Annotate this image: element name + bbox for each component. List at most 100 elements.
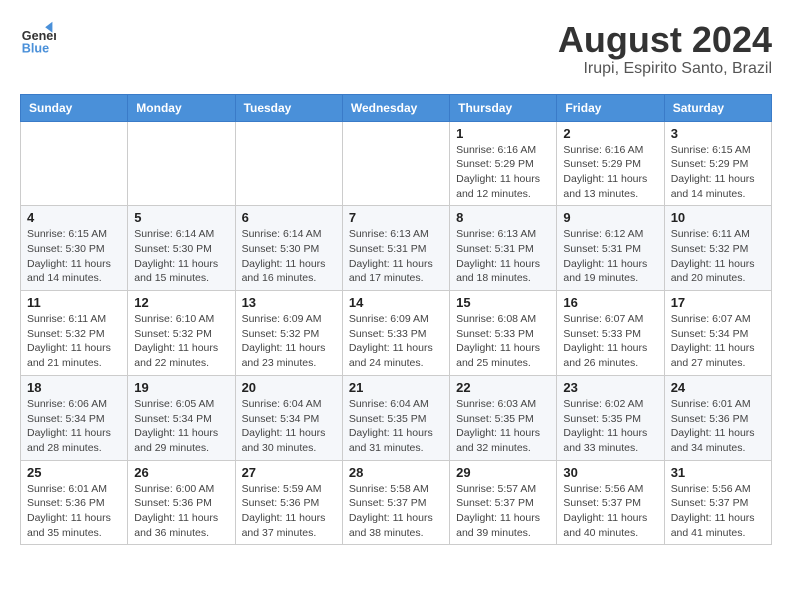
day-info: Sunrise: 6:12 AM Sunset: 5:31 PM Dayligh… xyxy=(563,227,657,286)
calendar-week-row: 25 Sunrise: 6:01 AM Sunset: 5:36 PM Dayli… xyxy=(21,460,772,545)
day-info: Sunrise: 6:13 AM Sunset: 5:31 PM Dayligh… xyxy=(456,227,550,286)
day-number: 11 xyxy=(27,295,121,310)
day-info: Sunrise: 6:02 AM Sunset: 5:35 PM Dayligh… xyxy=(563,397,657,456)
weekday-header-row: SundayMondayTuesdayWednesdayThursdayFrid… xyxy=(21,94,772,121)
day-number: 23 xyxy=(563,380,657,395)
day-info: Sunrise: 6:04 AM Sunset: 5:34 PM Dayligh… xyxy=(242,397,336,456)
day-info: Sunrise: 6:07 AM Sunset: 5:34 PM Dayligh… xyxy=(671,312,765,371)
day-number: 24 xyxy=(671,380,765,395)
calendar-day-cell: 4Sunrise: 6:15 AM Sunset: 5:30 PM Daylig… xyxy=(21,206,128,291)
day-info: Sunrise: 6:16 AM Sunset: 5:29 PM Dayligh… xyxy=(563,143,657,202)
day-info: Sunrise: 6:06 AM Sunset: 5:34 PM Dayligh… xyxy=(27,397,121,456)
day-number: 17 xyxy=(671,295,765,310)
calendar-day-cell: 31 Sunrise: 5:56 AM Sunset: 5:37 PM Dayli… xyxy=(664,460,771,545)
day-info: Sunrise: 6:00 AM Sunset: 5:36 PM Dayligh… xyxy=(134,482,228,541)
weekday-header-cell: Friday xyxy=(557,94,664,121)
calendar-day-cell: 25 Sunrise: 6:01 AM Sunset: 5:36 PM Dayli… xyxy=(21,460,128,545)
calendar-day-cell xyxy=(235,121,342,206)
day-number: 3 xyxy=(671,126,765,141)
calendar-day-cell: 14 Sunrise: 6:09 AM Sunset: 5:33 PM Dayli… xyxy=(342,291,449,376)
day-info: Sunrise: 6:14 AM Sunset: 5:30 PM Dayligh… xyxy=(134,227,228,286)
calendar-day-cell: 15 Sunrise: 6:08 AM Sunset: 5:33 PM Dayli… xyxy=(450,291,557,376)
day-number: 27 xyxy=(242,465,336,480)
calendar-week-row: 18 Sunrise: 6:06 AM Sunset: 5:34 PM Dayli… xyxy=(21,375,772,460)
calendar-day-cell: 16 Sunrise: 6:07 AM Sunset: 5:33 PM Dayli… xyxy=(557,291,664,376)
calendar-day-cell: 9Sunrise: 6:12 AM Sunset: 5:31 PM Daylig… xyxy=(557,206,664,291)
calendar-day-cell: 13 Sunrise: 6:09 AM Sunset: 5:32 PM Dayli… xyxy=(235,291,342,376)
calendar-day-cell: 18 Sunrise: 6:06 AM Sunset: 5:34 PM Dayli… xyxy=(21,375,128,460)
calendar-day-cell xyxy=(21,121,128,206)
day-number: 13 xyxy=(242,295,336,310)
day-number: 1 xyxy=(456,126,550,141)
calendar-day-cell: 19Sunrise: 6:05 AM Sunset: 5:34 PM Dayli… xyxy=(128,375,235,460)
calendar-day-cell: 30 Sunrise: 5:56 AM Sunset: 5:37 PM Dayli… xyxy=(557,460,664,545)
title-block: August 2024 Irupi, Espirito Santo, Brazi… xyxy=(558,20,772,78)
day-number: 20 xyxy=(242,380,336,395)
calendar-body: 1 Sunrise: 6:16 AM Sunset: 5:29 PM Daylig… xyxy=(21,121,772,545)
day-number: 12 xyxy=(134,295,228,310)
weekday-header-cell: Wednesday xyxy=(342,94,449,121)
calendar-day-cell: 28Sunrise: 5:58 AM Sunset: 5:37 PM Dayli… xyxy=(342,460,449,545)
day-number: 31 xyxy=(671,465,765,480)
day-number: 30 xyxy=(563,465,657,480)
day-info: Sunrise: 6:13 AM Sunset: 5:31 PM Dayligh… xyxy=(349,227,443,286)
calendar-day-cell xyxy=(342,121,449,206)
day-info: Sunrise: 5:59 AM Sunset: 5:36 PM Dayligh… xyxy=(242,482,336,541)
day-number: 10 xyxy=(671,210,765,225)
day-number: 29 xyxy=(456,465,550,480)
day-number: 28 xyxy=(349,465,443,480)
day-number: 16 xyxy=(563,295,657,310)
day-number: 25 xyxy=(27,465,121,480)
calendar-week-row: 11 Sunrise: 6:11 AM Sunset: 5:32 PM Dayli… xyxy=(21,291,772,376)
day-number: 2 xyxy=(563,126,657,141)
day-number: 18 xyxy=(27,380,121,395)
location: Irupi, Espirito Santo, Brazil xyxy=(558,60,772,78)
calendar-day-cell: 5 Sunrise: 6:14 AM Sunset: 5:30 PM Daylig… xyxy=(128,206,235,291)
weekday-header-cell: Saturday xyxy=(664,94,771,121)
day-info: Sunrise: 6:08 AM Sunset: 5:33 PM Dayligh… xyxy=(456,312,550,371)
weekday-header-cell: Monday xyxy=(128,94,235,121)
logo-icon: General Blue xyxy=(20,20,56,56)
day-number: 22 xyxy=(456,380,550,395)
day-number: 26 xyxy=(134,465,228,480)
day-number: 14 xyxy=(349,295,443,310)
calendar-day-cell: 20 Sunrise: 6:04 AM Sunset: 5:34 PM Dayli… xyxy=(235,375,342,460)
day-info: Sunrise: 6:11 AM Sunset: 5:32 PM Dayligh… xyxy=(671,227,765,286)
calendar-day-cell: 10 Sunrise: 6:11 AM Sunset: 5:32 PM Dayli… xyxy=(664,206,771,291)
calendar-day-cell: 26 Sunrise: 6:00 AM Sunset: 5:36 PM Dayli… xyxy=(128,460,235,545)
calendar-day-cell: 17 Sunrise: 6:07 AM Sunset: 5:34 PM Dayli… xyxy=(664,291,771,376)
calendar-day-cell: 22Sunrise: 6:03 AM Sunset: 5:35 PM Dayli… xyxy=(450,375,557,460)
day-info: Sunrise: 6:09 AM Sunset: 5:32 PM Dayligh… xyxy=(242,312,336,371)
calendar-day-cell: 6 Sunrise: 6:14 AM Sunset: 5:30 PM Daylig… xyxy=(235,206,342,291)
calendar-day-cell: 27 Sunrise: 5:59 AM Sunset: 5:36 PM Dayli… xyxy=(235,460,342,545)
calendar-day-cell: 21Sunrise: 6:04 AM Sunset: 5:35 PM Dayli… xyxy=(342,375,449,460)
calendar-day-cell xyxy=(128,121,235,206)
day-number: 5 xyxy=(134,210,228,225)
day-info: Sunrise: 5:56 AM Sunset: 5:37 PM Dayligh… xyxy=(563,482,657,541)
calendar-day-cell: 23 Sunrise: 6:02 AM Sunset: 5:35 PM Dayli… xyxy=(557,375,664,460)
svg-text:Blue: Blue xyxy=(22,41,49,55)
calendar-day-cell: 8 Sunrise: 6:13 AM Sunset: 5:31 PM Daylig… xyxy=(450,206,557,291)
calendar-day-cell: 12Sunrise: 6:10 AM Sunset: 5:32 PM Dayli… xyxy=(128,291,235,376)
calendar-day-cell: 24Sunrise: 6:01 AM Sunset: 5:36 PM Dayli… xyxy=(664,375,771,460)
day-info: Sunrise: 6:01 AM Sunset: 5:36 PM Dayligh… xyxy=(27,482,121,541)
day-number: 19 xyxy=(134,380,228,395)
day-info: Sunrise: 6:04 AM Sunset: 5:35 PM Dayligh… xyxy=(349,397,443,456)
calendar-table: SundayMondayTuesdayWednesdayThursdayFrid… xyxy=(20,94,772,546)
calendar-day-cell: 7Sunrise: 6:13 AM Sunset: 5:31 PM Daylig… xyxy=(342,206,449,291)
calendar-week-row: 4Sunrise: 6:15 AM Sunset: 5:30 PM Daylig… xyxy=(21,206,772,291)
day-number: 8 xyxy=(456,210,550,225)
month-year: August 2024 xyxy=(558,20,772,60)
day-info: Sunrise: 5:57 AM Sunset: 5:37 PM Dayligh… xyxy=(456,482,550,541)
calendar-week-row: 1 Sunrise: 6:16 AM Sunset: 5:29 PM Daylig… xyxy=(21,121,772,206)
day-number: 6 xyxy=(242,210,336,225)
calendar-day-cell: 2 Sunrise: 6:16 AM Sunset: 5:29 PM Daylig… xyxy=(557,121,664,206)
day-number: 15 xyxy=(456,295,550,310)
day-info: Sunrise: 6:11 AM Sunset: 5:32 PM Dayligh… xyxy=(27,312,121,371)
day-info: Sunrise: 6:14 AM Sunset: 5:30 PM Dayligh… xyxy=(242,227,336,286)
day-info: Sunrise: 5:56 AM Sunset: 5:37 PM Dayligh… xyxy=(671,482,765,541)
day-info: Sunrise: 6:09 AM Sunset: 5:33 PM Dayligh… xyxy=(349,312,443,371)
day-info: Sunrise: 6:15 AM Sunset: 5:30 PM Dayligh… xyxy=(27,227,121,286)
day-info: Sunrise: 6:07 AM Sunset: 5:33 PM Dayligh… xyxy=(563,312,657,371)
page-header: General Blue August 2024 Irupi, Espirito… xyxy=(20,20,772,78)
